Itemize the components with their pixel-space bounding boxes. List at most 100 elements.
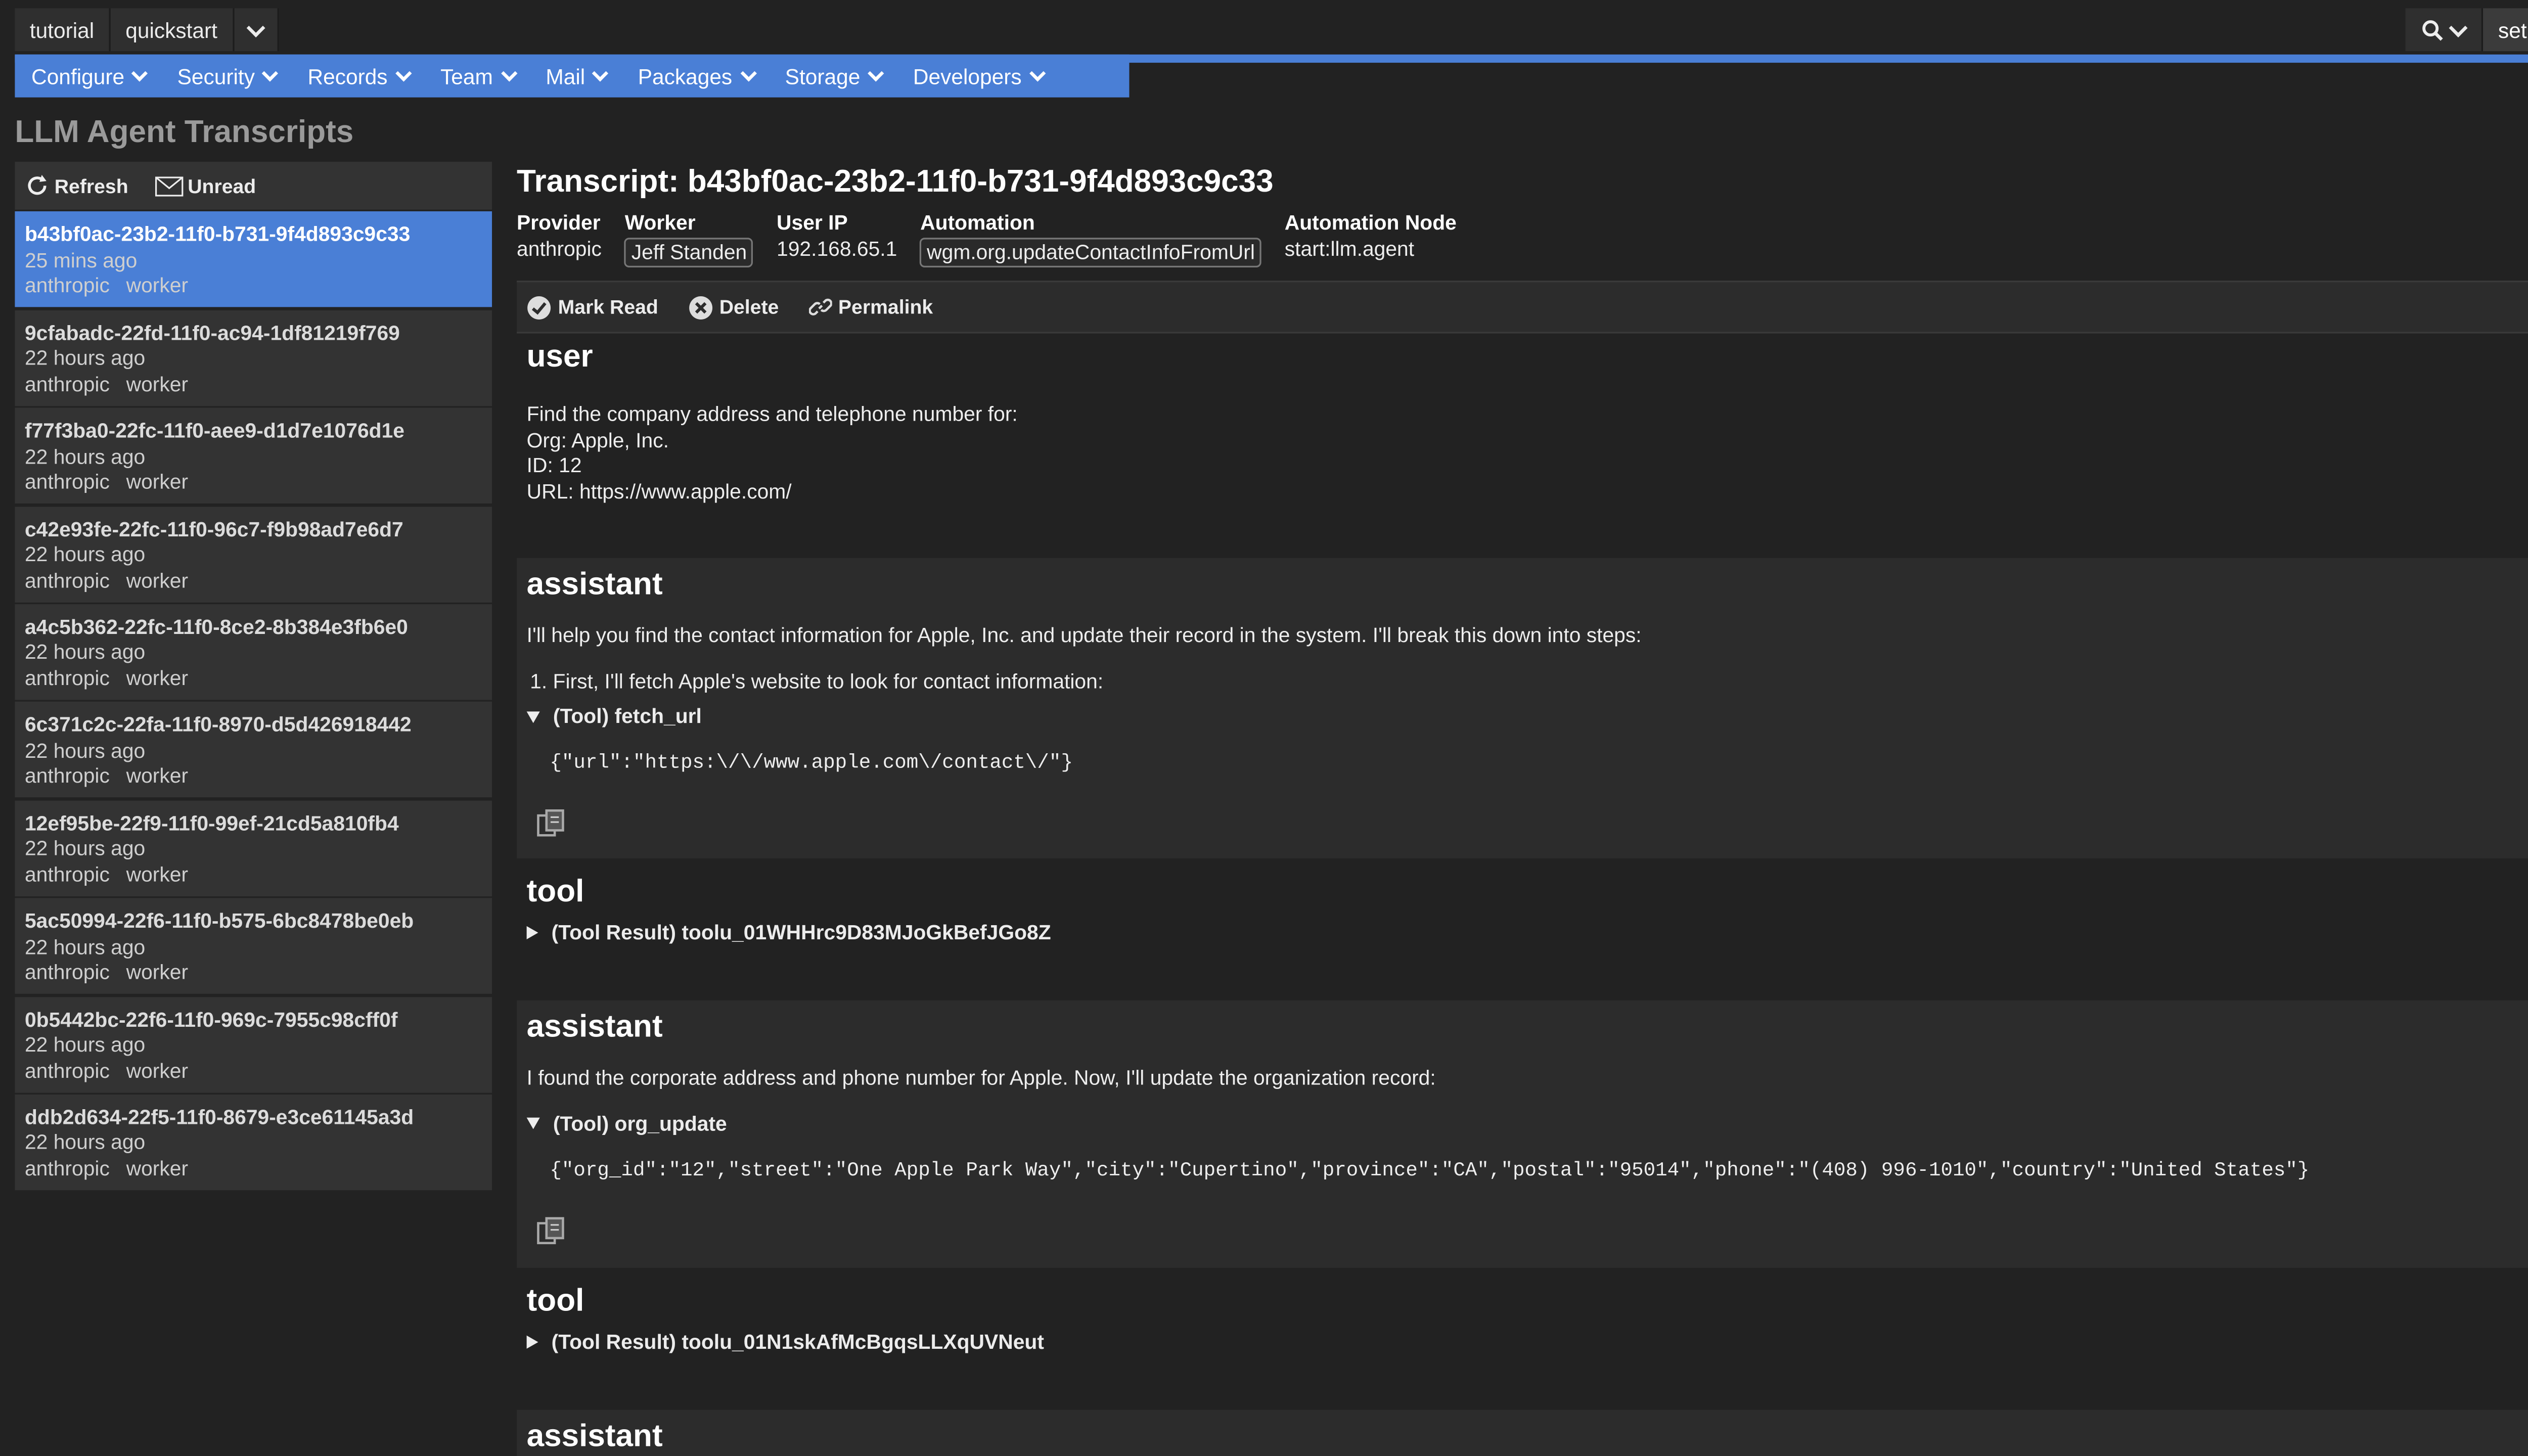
search-button[interactable] [2406,8,2484,52]
permalink-label: Permalink [838,295,933,319]
worker-tag: worker [126,569,189,592]
list-item[interactable]: ddb2d634-22f5-11f0-8679-e3ce61145a3d 22 … [15,1094,492,1190]
list-item[interactable]: f77f3ba0-22fc-11f0-aee9-d1d7e1076d1e 22 … [15,408,492,504]
nav-team[interactable]: Team [440,63,517,88]
transcript-time: 22 hours ago [24,837,146,860]
provider-label: Provider [517,211,601,235]
automation-label: Automation [920,211,1035,235]
nav-developers[interactable]: Developers [913,64,1046,88]
transcript-time: 22 hours ago [24,641,146,665]
worker-tag: worker [126,471,189,494]
worker-tag: worker [126,1157,189,1180]
ip-value: 192.168.65.1 [777,238,897,261]
transcript-id: 0b5442bc-22f6-11f0-969c-7955c98cff0f [24,1008,398,1031]
transcript-id: b43bf0ac-23b2-11f0-b731-9f4d893c9c33 [24,223,411,247]
delete-button[interactable]: Delete [688,295,779,320]
chevron-down-icon [593,65,609,82]
nav-label: Security [177,63,255,88]
chevron-down-icon [500,65,517,82]
main-nav: Configure Security Records Team Mail Pac… [15,54,1130,98]
node-value: start:llm.agent [1284,238,1415,261]
list-item[interactable]: 0b5442bc-22f6-11f0-969c-7955c98cff0f 22 … [15,996,492,1093]
chevron-down-icon [131,65,149,82]
message-text: Org: Apple, Inc. [526,428,669,452]
tool-call-toggle[interactable]: (Tool) fetch_url [526,705,2528,728]
transcript-id: 9cfabadc-22fd-11f0-ac94-1df81219f769 [24,322,400,345]
tool-call-name: (Tool) fetch_url [553,705,702,728]
refresh-icon [28,174,47,195]
message-tool: tool (Tool Result) toolu_01WHHrc9D83MJoG… [517,875,2528,991]
triangle-right-icon [526,1335,538,1349]
url-link[interactable]: https://www.apple.com/ [579,480,792,503]
chevron-down-icon [868,65,884,82]
provider-tag: anthropic [24,1059,110,1082]
nav-configure[interactable]: Configure [31,64,149,88]
refresh-button[interactable]: Refresh [25,173,128,198]
nav-security[interactable]: Security [177,63,279,88]
worker-tag: worker [126,961,189,984]
list-item[interactable]: 6c371c2c-22fa-11f0-8970-d5d426918442 22 … [15,702,492,798]
list-item[interactable]: b43bf0ac-23b2-11f0-b731-9f4d893c9c33 25 … [15,212,492,308]
tool-result-name: (Tool Result) toolu_01WHHrc9D83MJoGkBefJ… [551,921,1051,944]
nav-label: Storage [785,63,861,88]
automation-link[interactable]: wgm.org.updateContactInfoFromUrl [920,238,1262,267]
copy-button[interactable] [536,807,2528,845]
message-role: assistant [526,1420,663,1454]
nav-label: Team [440,63,493,88]
list-item[interactable]: a4c5b362-22fc-11f0-8ce2-8b384e3fb6e0 22 … [15,604,492,700]
message-text: Find the company address and telephone n… [526,402,1018,426]
chevron-down-icon [395,65,412,82]
worker-tag: worker [126,862,189,886]
permalink-button[interactable]: Permalink [808,295,933,318]
link-icon [808,298,832,315]
nav-label: Mail [546,63,585,88]
provider-tag: anthropic [24,961,110,984]
crumb-tutorial[interactable]: tutorial [15,8,111,52]
list-item[interactable]: 12ef95be-22f9-11f0-99ef-21cd5a810fb4 22 … [15,800,492,896]
worker-tag: worker [126,764,189,788]
tool-result-toggle[interactable]: (Tool Result) toolu_01WHHrc9D83MJoGkBefJ… [526,921,2528,944]
message-assistant: assistant I found the corporate address … [517,1000,2528,1268]
clipboard-icon [537,809,564,837]
worker-tag: worker [126,1059,189,1082]
message-role: user [526,340,593,375]
transcript-view: Transcript: b43bf0ac-23b2-11f0-b731-9f4d… [517,162,2528,1456]
provider-tag: anthropic [24,1157,110,1180]
message-user: user Find the company address and teleph… [517,340,2528,555]
ip-label: User IP [777,211,848,235]
transcript-time: 22 hours ago [24,739,146,763]
nav-records[interactable]: Records [307,64,412,88]
tool-call-toggle[interactable]: (Tool) org_update [526,1112,2528,1135]
tool-result-toggle[interactable]: (Tool Result) toolu_01N1skAfMcBgqsLLXqUV… [526,1331,2528,1354]
refresh-label: Refresh [54,174,128,198]
nav-packages[interactable]: Packages [638,64,756,88]
message-text: ID: 12 [526,453,582,477]
node-label: Automation Node [1284,211,1457,235]
list-item[interactable]: 5ac50994-22f6-11f0-b575-6bc8478be0eb 22 … [15,898,492,994]
message-text: I'll help you find the contact informati… [526,624,1642,647]
list-item[interactable]: 9cfabadc-22fd-11f0-ac94-1df81219f769 22 … [15,310,492,406]
triangle-down-icon [526,1117,540,1129]
nav-mail[interactable]: Mail [546,63,609,88]
envelope-icon [154,175,183,196]
worker-link[interactable]: Jeff Standen [624,238,754,267]
setup-button[interactable]: setup [2483,8,2528,52]
crumb-quickstart[interactable]: quickstart [110,8,234,52]
mark-read-button[interactable]: Mark Read [527,295,658,320]
crumb-dropdown-button[interactable] [234,8,279,52]
delete-label: Delete [719,295,779,319]
message-role: assistant [526,568,663,603]
list-item[interactable]: c42e93fe-22fc-11f0-96c7-f9b98ad7e6d7 22 … [15,506,492,602]
chevron-down-icon [1029,65,1046,82]
copy-button[interactable] [536,1214,2528,1252]
chevron-down-icon [740,65,756,82]
nav-storage[interactable]: Storage [785,63,884,88]
top-right-controls: setup [2406,8,2528,52]
unread-button[interactable]: Unread [154,174,256,197]
triangle-down-icon [526,710,540,722]
message-tool: tool (Tool Result) toolu_01N1skAfMcBgqsL… [517,1284,2528,1400]
transcript-info: Provider anthropic Worker Jeff Standen Use… [517,211,2528,267]
provider-tag: anthropic [24,275,110,298]
transcript-id: 12ef95be-22f9-11f0-99ef-21cd5a810fb4 [24,811,399,835]
transcript-time: 22 hours ago [24,935,146,959]
